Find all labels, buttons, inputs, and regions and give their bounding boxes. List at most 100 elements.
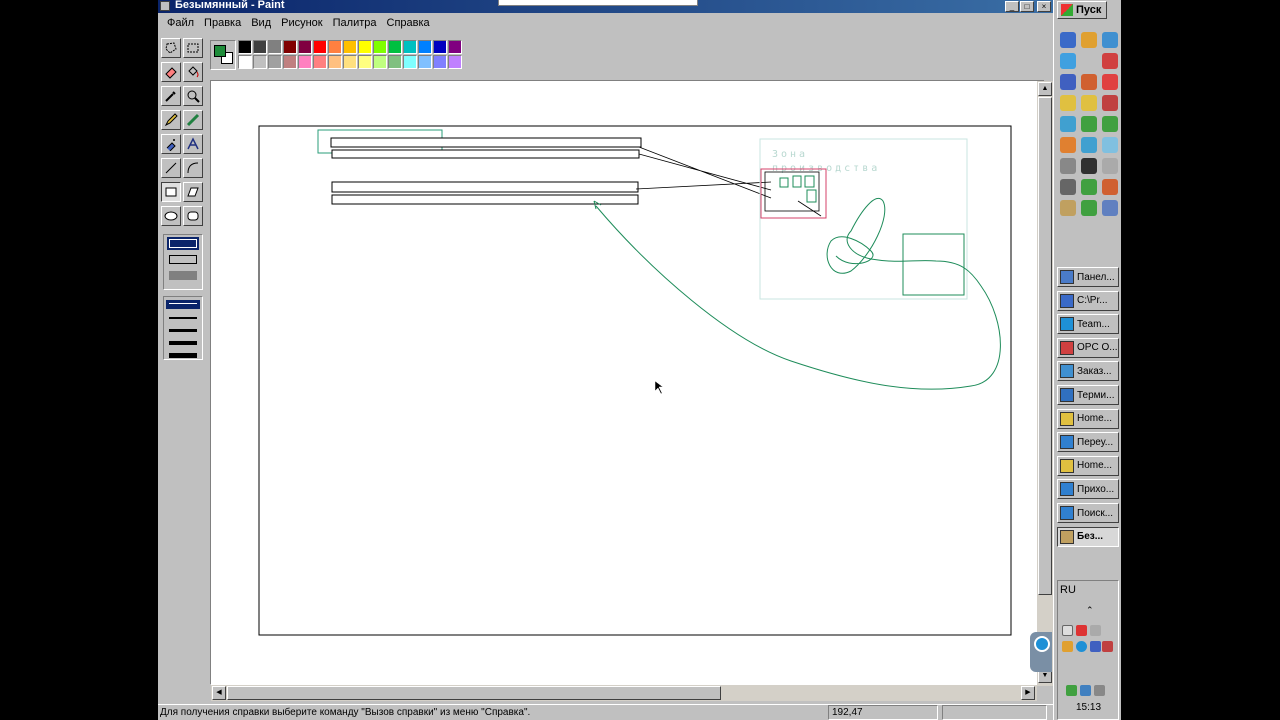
curve-icon[interactable] [183,158,203,178]
palette-swatch[interactable] [328,55,342,69]
tray-expand-icon[interactable]: ⌃ [1086,605,1094,616]
quick-launch-icon[interactable] [1102,53,1118,69]
tray-icon-6[interactable] [1090,641,1101,652]
line-width-1[interactable] [166,300,200,309]
taskbar-button[interactable]: OPC O... [1057,337,1119,358]
vertical-scroll-thumb[interactable] [1038,97,1052,595]
clock[interactable]: 15:13 [1076,702,1101,713]
quick-launch-icon[interactable] [1081,179,1097,195]
text-icon[interactable] [183,134,203,154]
tray-icon-4[interactable] [1062,641,1073,652]
foreground-color[interactable] [214,45,226,57]
fill-option-outline-fill[interactable] [169,255,197,264]
palette-swatch[interactable] [238,55,252,69]
title-bar[interactable]: Безымянный - Paint _ □ × [158,0,1053,13]
quick-launch-icon[interactable] [1102,95,1118,111]
quick-launch-icon[interactable] [1081,95,1097,111]
line-icon[interactable] [161,158,181,178]
palette-swatch[interactable] [388,40,402,54]
pencil-icon[interactable] [161,110,181,130]
menu-edit[interactable]: Правка [199,17,246,29]
palette-swatch[interactable] [358,55,372,69]
quick-launch-icon[interactable] [1060,116,1076,132]
magnifier-icon[interactable] [183,86,203,106]
minimize-icon[interactable]: _ [1005,1,1019,12]
quick-launch-icon[interactable] [1060,200,1076,216]
taskbar-button[interactable]: Прихо... [1057,479,1119,500]
line-width-4[interactable] [169,341,197,345]
palette-swatch[interactable] [433,55,447,69]
palette-swatch[interactable] [313,55,327,69]
quick-launch-icon[interactable] [1060,32,1076,48]
taskbar-button[interactable]: Заказ... [1057,361,1119,382]
brush-icon[interactable] [183,110,203,130]
horizontal-scroll-thumb[interactable] [227,686,721,700]
quick-launch-icon[interactable] [1081,137,1097,153]
palette-swatch[interactable] [358,40,372,54]
palette-swatch[interactable] [313,40,327,54]
paint-app-icon[interactable] [160,1,170,11]
network-icon[interactable] [1066,685,1077,696]
palette-swatch[interactable] [283,40,297,54]
tray-icon-2[interactable] [1076,625,1087,636]
taskbar-button[interactable]: Home... [1057,455,1119,476]
palette-swatch[interactable] [253,55,267,69]
scroll-right-icon[interactable]: ▶ [1021,686,1035,700]
quick-launch-icon[interactable] [1102,116,1118,132]
tray-icon-3[interactable] [1090,625,1101,636]
quick-launch-icon[interactable] [1081,158,1097,174]
menu-view[interactable]: Вид [246,17,276,29]
taskbar-button[interactable]: Team... [1057,314,1119,335]
tray-icon-1[interactable] [1062,625,1073,636]
line-width-3[interactable] [169,329,197,332]
palette-swatch[interactable] [328,40,342,54]
start-button[interactable]: Пуск [1057,1,1107,19]
palette-swatch[interactable] [268,55,282,69]
taskbar-button[interactable]: Терми... [1057,385,1119,405]
quick-launch-icon[interactable] [1081,116,1097,132]
quick-launch-icon[interactable] [1102,74,1118,90]
palette-swatch[interactable] [448,55,462,69]
rect-select-icon[interactable] [183,38,203,58]
language-indicator[interactable]: RU [1060,584,1076,596]
quick-launch-icon[interactable] [1060,95,1076,111]
polygon-icon[interactable] [183,182,203,202]
quick-launch-icon[interactable] [1102,179,1118,195]
quick-launch-icon[interactable] [1060,137,1076,153]
quick-launch-icon[interactable] [1060,179,1076,195]
palette-swatch[interactable] [373,40,387,54]
rectangle-icon[interactable] [161,182,181,202]
teamviewer-tray-icon[interactable] [1076,641,1087,652]
scroll-up-icon[interactable]: ▲ [1038,82,1052,96]
palette-swatch[interactable] [283,55,297,69]
teamviewer-panel-tab[interactable] [1030,632,1052,672]
quick-launch-icon[interactable] [1102,158,1118,174]
quick-launch-icon[interactable] [1060,158,1076,174]
palette-swatch[interactable] [343,40,357,54]
network-icon-2[interactable] [1080,685,1091,696]
volume-icon[interactable] [1094,685,1105,696]
quick-launch-icon[interactable] [1102,200,1118,216]
menu-file[interactable]: Файл [162,17,199,29]
vertical-scrollbar[interactable]: ▲ ▼ [1037,81,1053,686]
fill-bucket-icon[interactable] [183,62,203,82]
palette-swatch[interactable] [403,40,417,54]
palette-swatch[interactable] [268,40,282,54]
palette-swatch[interactable] [418,55,432,69]
line-width-5[interactable] [169,353,197,358]
fill-option-outline[interactable] [167,237,199,250]
quick-launch-icon[interactable] [1060,53,1076,69]
quick-launch-icon[interactable] [1102,137,1118,153]
taskbar-button[interactable]: Без... [1057,526,1119,547]
quick-launch-icon[interactable] [1102,32,1118,48]
drawing-canvas[interactable]: Зона производства [211,81,1037,685]
palette-swatch[interactable] [388,55,402,69]
menu-palette[interactable]: Палитра [328,17,382,29]
menu-help[interactable]: Справка [382,17,435,29]
color-picker-icon[interactable] [161,86,181,106]
palette-swatch[interactable] [238,40,252,54]
airbrush-icon[interactable] [161,134,181,154]
eraser-icon[interactable] [161,62,181,82]
tray-icon-7[interactable] [1102,641,1113,652]
palette-swatch[interactable] [298,55,312,69]
